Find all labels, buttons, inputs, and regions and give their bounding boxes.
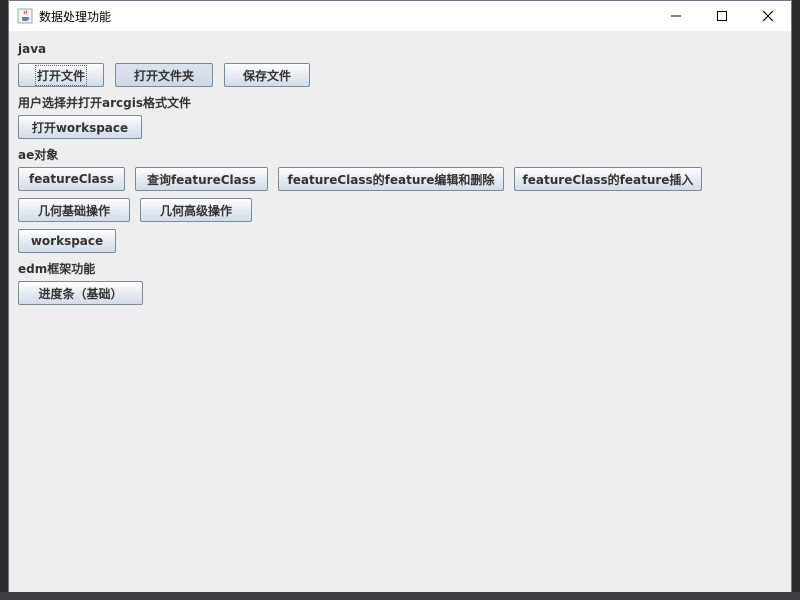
section-label-arcgis: 用户选择并打开arcgis格式文件 — [18, 96, 191, 110]
feature-edit-delete-button[interactable]: featureClass的feature编辑和删除 — [278, 167, 504, 191]
progress-bar-basic-button[interactable]: 进度条（基础） — [18, 281, 143, 305]
open-folder-label: 打开文件夹 — [133, 68, 194, 83]
geometry-basic-button[interactable]: 几何基础操作 — [18, 198, 130, 222]
title-bar[interactable]: 数据处理功能 — [9, 1, 791, 31]
feature-insert-button[interactable]: featureClass的feature插入 — [514, 167, 702, 191]
maximize-button[interactable] — [699, 1, 745, 31]
query-featureclass-label: 查询featureClass — [146, 172, 257, 187]
content-panel: java 打开文件 打开文件夹 保存文件 用户选择并打开arcgis格式文件 打… — [9, 31, 791, 592]
featureclass-button[interactable]: featureClass — [18, 167, 125, 191]
geometry-basic-label: 几何基础操作 — [37, 203, 110, 218]
workspace-label: workspace — [30, 234, 104, 248]
window-title: 数据处理功能 — [39, 9, 112, 24]
progress-bar-basic-label: 进度条（基础） — [38, 286, 123, 301]
minimize-icon — [671, 15, 681, 17]
window-controls — [653, 1, 791, 31]
feature-edit-delete-label: featureClass的feature编辑和删除 — [287, 172, 495, 187]
section-label-edm: edm框架功能 — [18, 262, 96, 276]
background-taskbar-edge — [0, 592, 800, 600]
save-file-button[interactable]: 保存文件 — [224, 63, 310, 87]
open-workspace-button[interactable]: 打开workspace — [18, 115, 142, 139]
open-workspace-label: 打开workspace — [31, 120, 129, 135]
save-file-label: 保存文件 — [242, 68, 291, 83]
geometry-advanced-button[interactable]: 几何高级操作 — [140, 198, 252, 222]
background-editor-edge — [792, 0, 800, 600]
open-file-button[interactable]: 打开文件 — [18, 63, 104, 87]
workspace-button[interactable]: workspace — [18, 229, 116, 253]
maximize-icon — [717, 11, 727, 21]
section-label-java: java — [18, 42, 47, 56]
section-label-ae: ae对象 — [18, 148, 59, 162]
app-window: 数据处理功能 java 打开文件 打开文件夹 保存文件 用户选择并打开arcgi… — [8, 0, 792, 592]
feature-insert-label: featureClass的feature插入 — [522, 172, 694, 187]
query-featureclass-button[interactable]: 查询featureClass — [135, 167, 268, 191]
geometry-advanced-label: 几何高级操作 — [159, 203, 232, 218]
java-cup-icon[interactable] — [17, 8, 33, 24]
close-icon — [762, 10, 774, 22]
featureclass-label: featureClass — [28, 172, 115, 186]
close-button[interactable] — [745, 1, 791, 31]
minimize-button[interactable] — [653, 1, 699, 31]
open-folder-button[interactable]: 打开文件夹 — [115, 63, 213, 87]
open-file-label: 打开文件 — [34, 64, 88, 86]
